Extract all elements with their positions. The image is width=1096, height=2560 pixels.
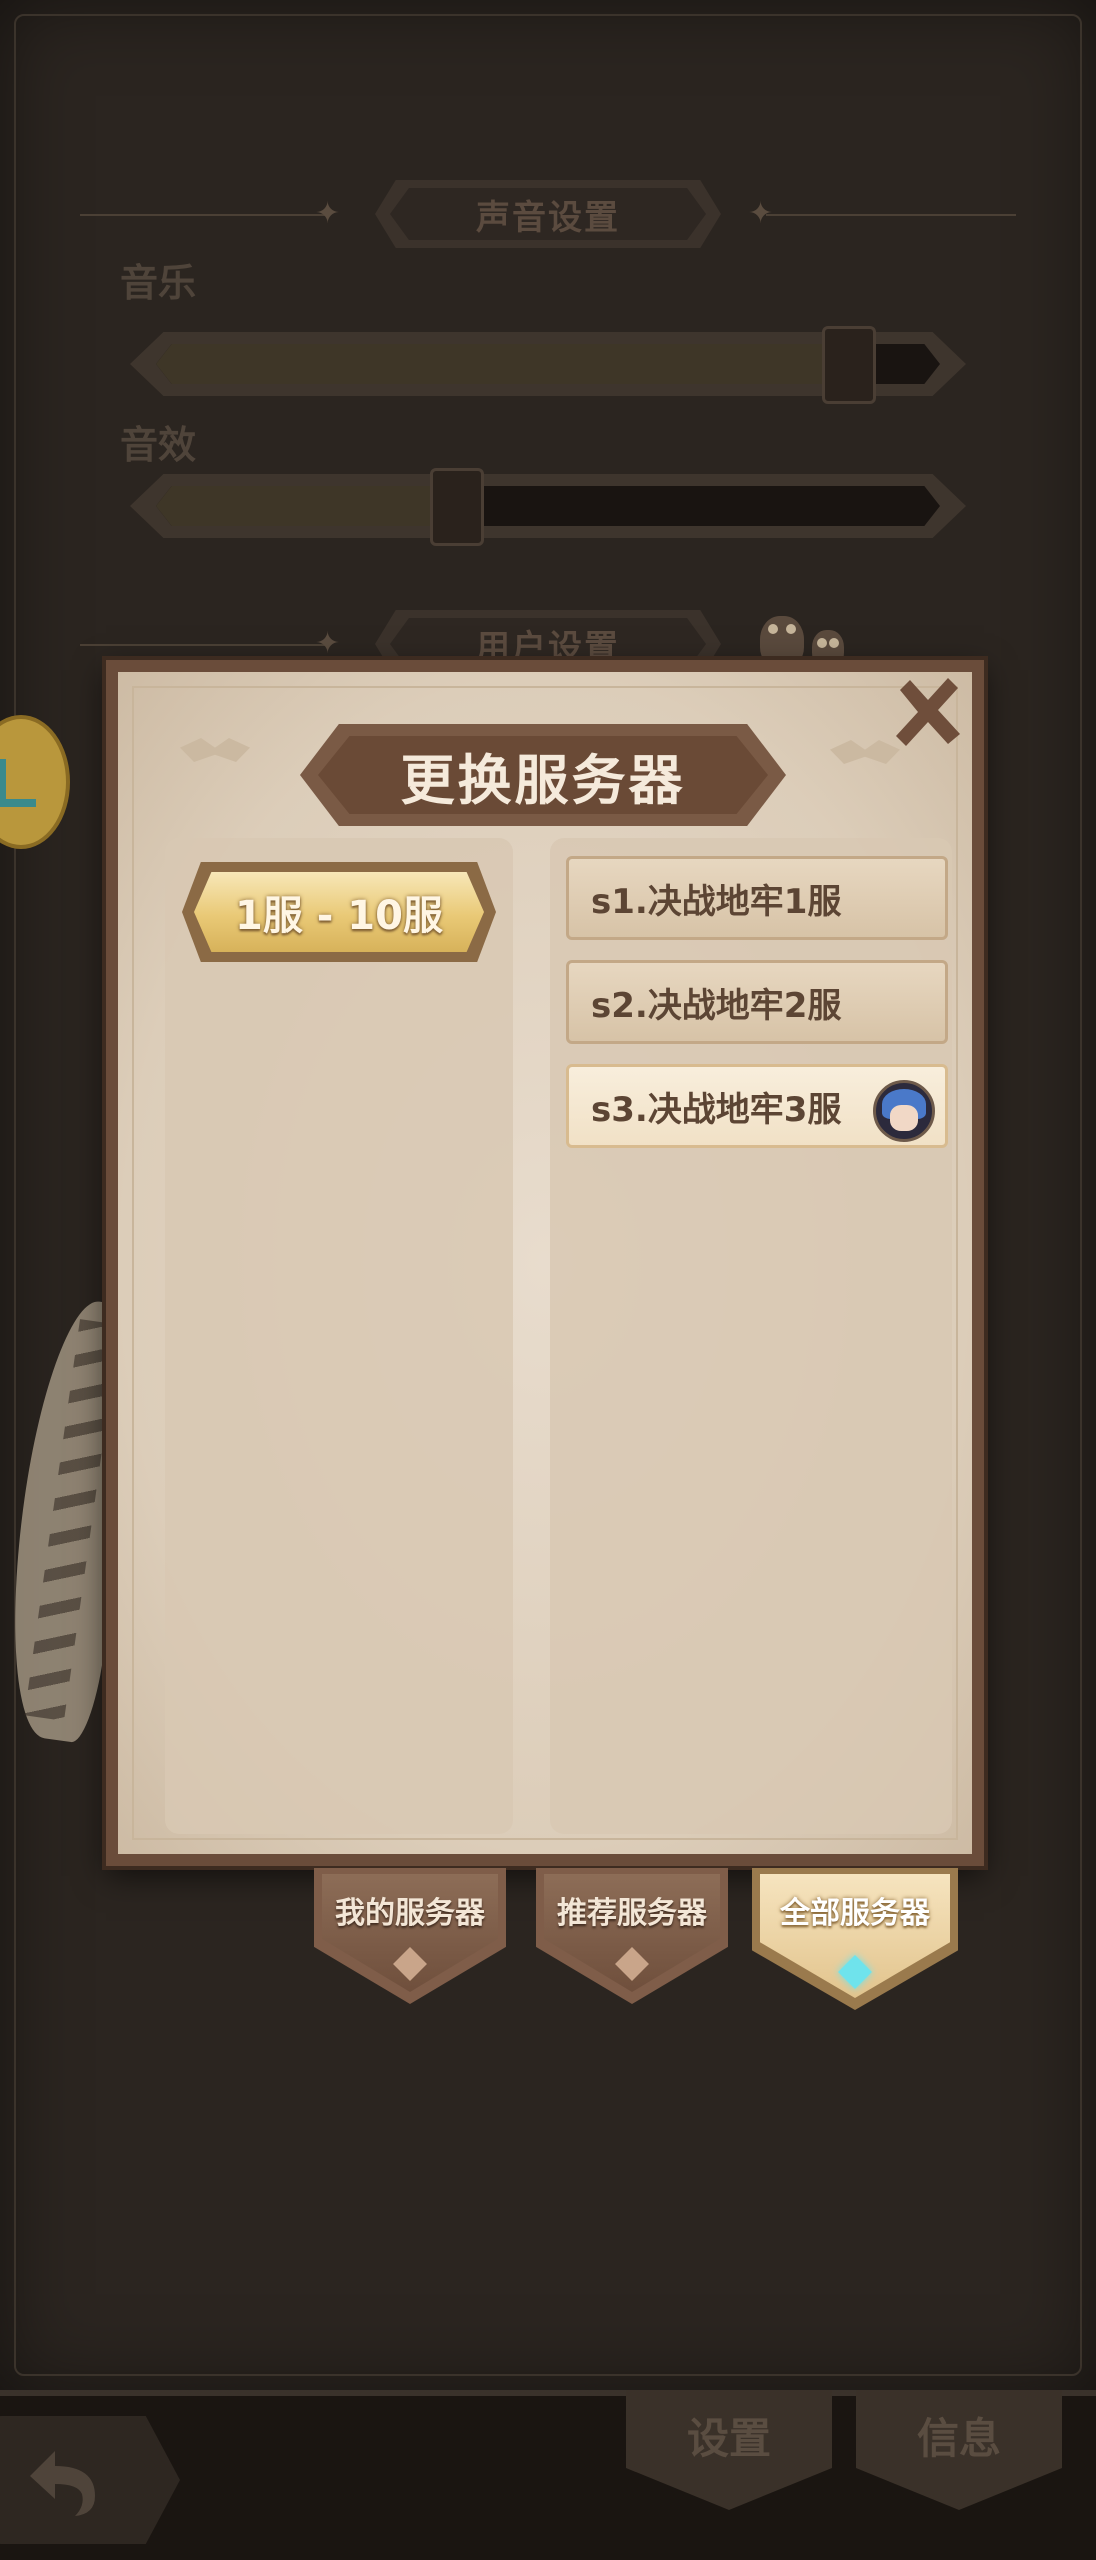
close-icon [896,678,960,746]
music-label: 音乐 [120,261,197,305]
tab-recommended-servers[interactable]: 推荐服务器 [536,1868,728,2004]
server-item-s2[interactable]: s2.决战地牢2服 [566,960,948,1044]
dialog-title: 更换服务器 [318,736,768,814]
music-volume-slider[interactable] [130,326,966,404]
sound-settings-header: ✦ 声音设置 ✦ [0,180,1096,250]
sound-settings-title: 声音设置 [390,188,706,240]
server-item-label: s1.决战地牢1服 [591,881,842,922]
avatar [873,1080,935,1142]
sfx-volume-slider[interactable] [130,468,966,546]
server-range-button-label[interactable]: 1服 - 10服 [194,872,484,952]
divider [80,644,330,646]
tab-label: 推荐服务器 [557,1896,707,1931]
sfx-slider-knob[interactable] [430,468,484,546]
sparkle-icon: ✦ [315,626,341,661]
server-item-label: s3.决战地牢3服 [591,1089,842,1130]
tab-all-servers[interactable]: 全部服务器 [752,1868,958,2010]
tab-label: 我的服务器 [335,1896,485,1931]
server-range-list [165,838,513,1834]
back-button[interactable] [0,2416,180,2544]
music-slider-knob[interactable] [822,326,876,404]
server-item-s3[interactable]: s3.决战地牢3服 [566,1064,948,1148]
sparkle-icon: ✦ [315,196,341,231]
back-arrow-icon [30,2451,95,2516]
tab-info[interactable]: 信息 [856,2390,1062,2510]
divider [766,214,1016,216]
tab-label: 全部服务器 [780,1896,930,1931]
tab-my-servers[interactable]: 我的服务器 [314,1868,506,2004]
divider [80,214,330,216]
music-volume-fill [156,344,846,384]
server-item-s1[interactable]: s1.决战地牢1服 [566,856,948,940]
server-item-label: s2.决战地牢2服 [591,985,842,1026]
close-button[interactable] [888,672,968,752]
sfx-volume-fill [156,486,454,526]
tab-settings[interactable]: 设置 [626,2390,832,2510]
sfx-label: 音效 [120,423,197,467]
